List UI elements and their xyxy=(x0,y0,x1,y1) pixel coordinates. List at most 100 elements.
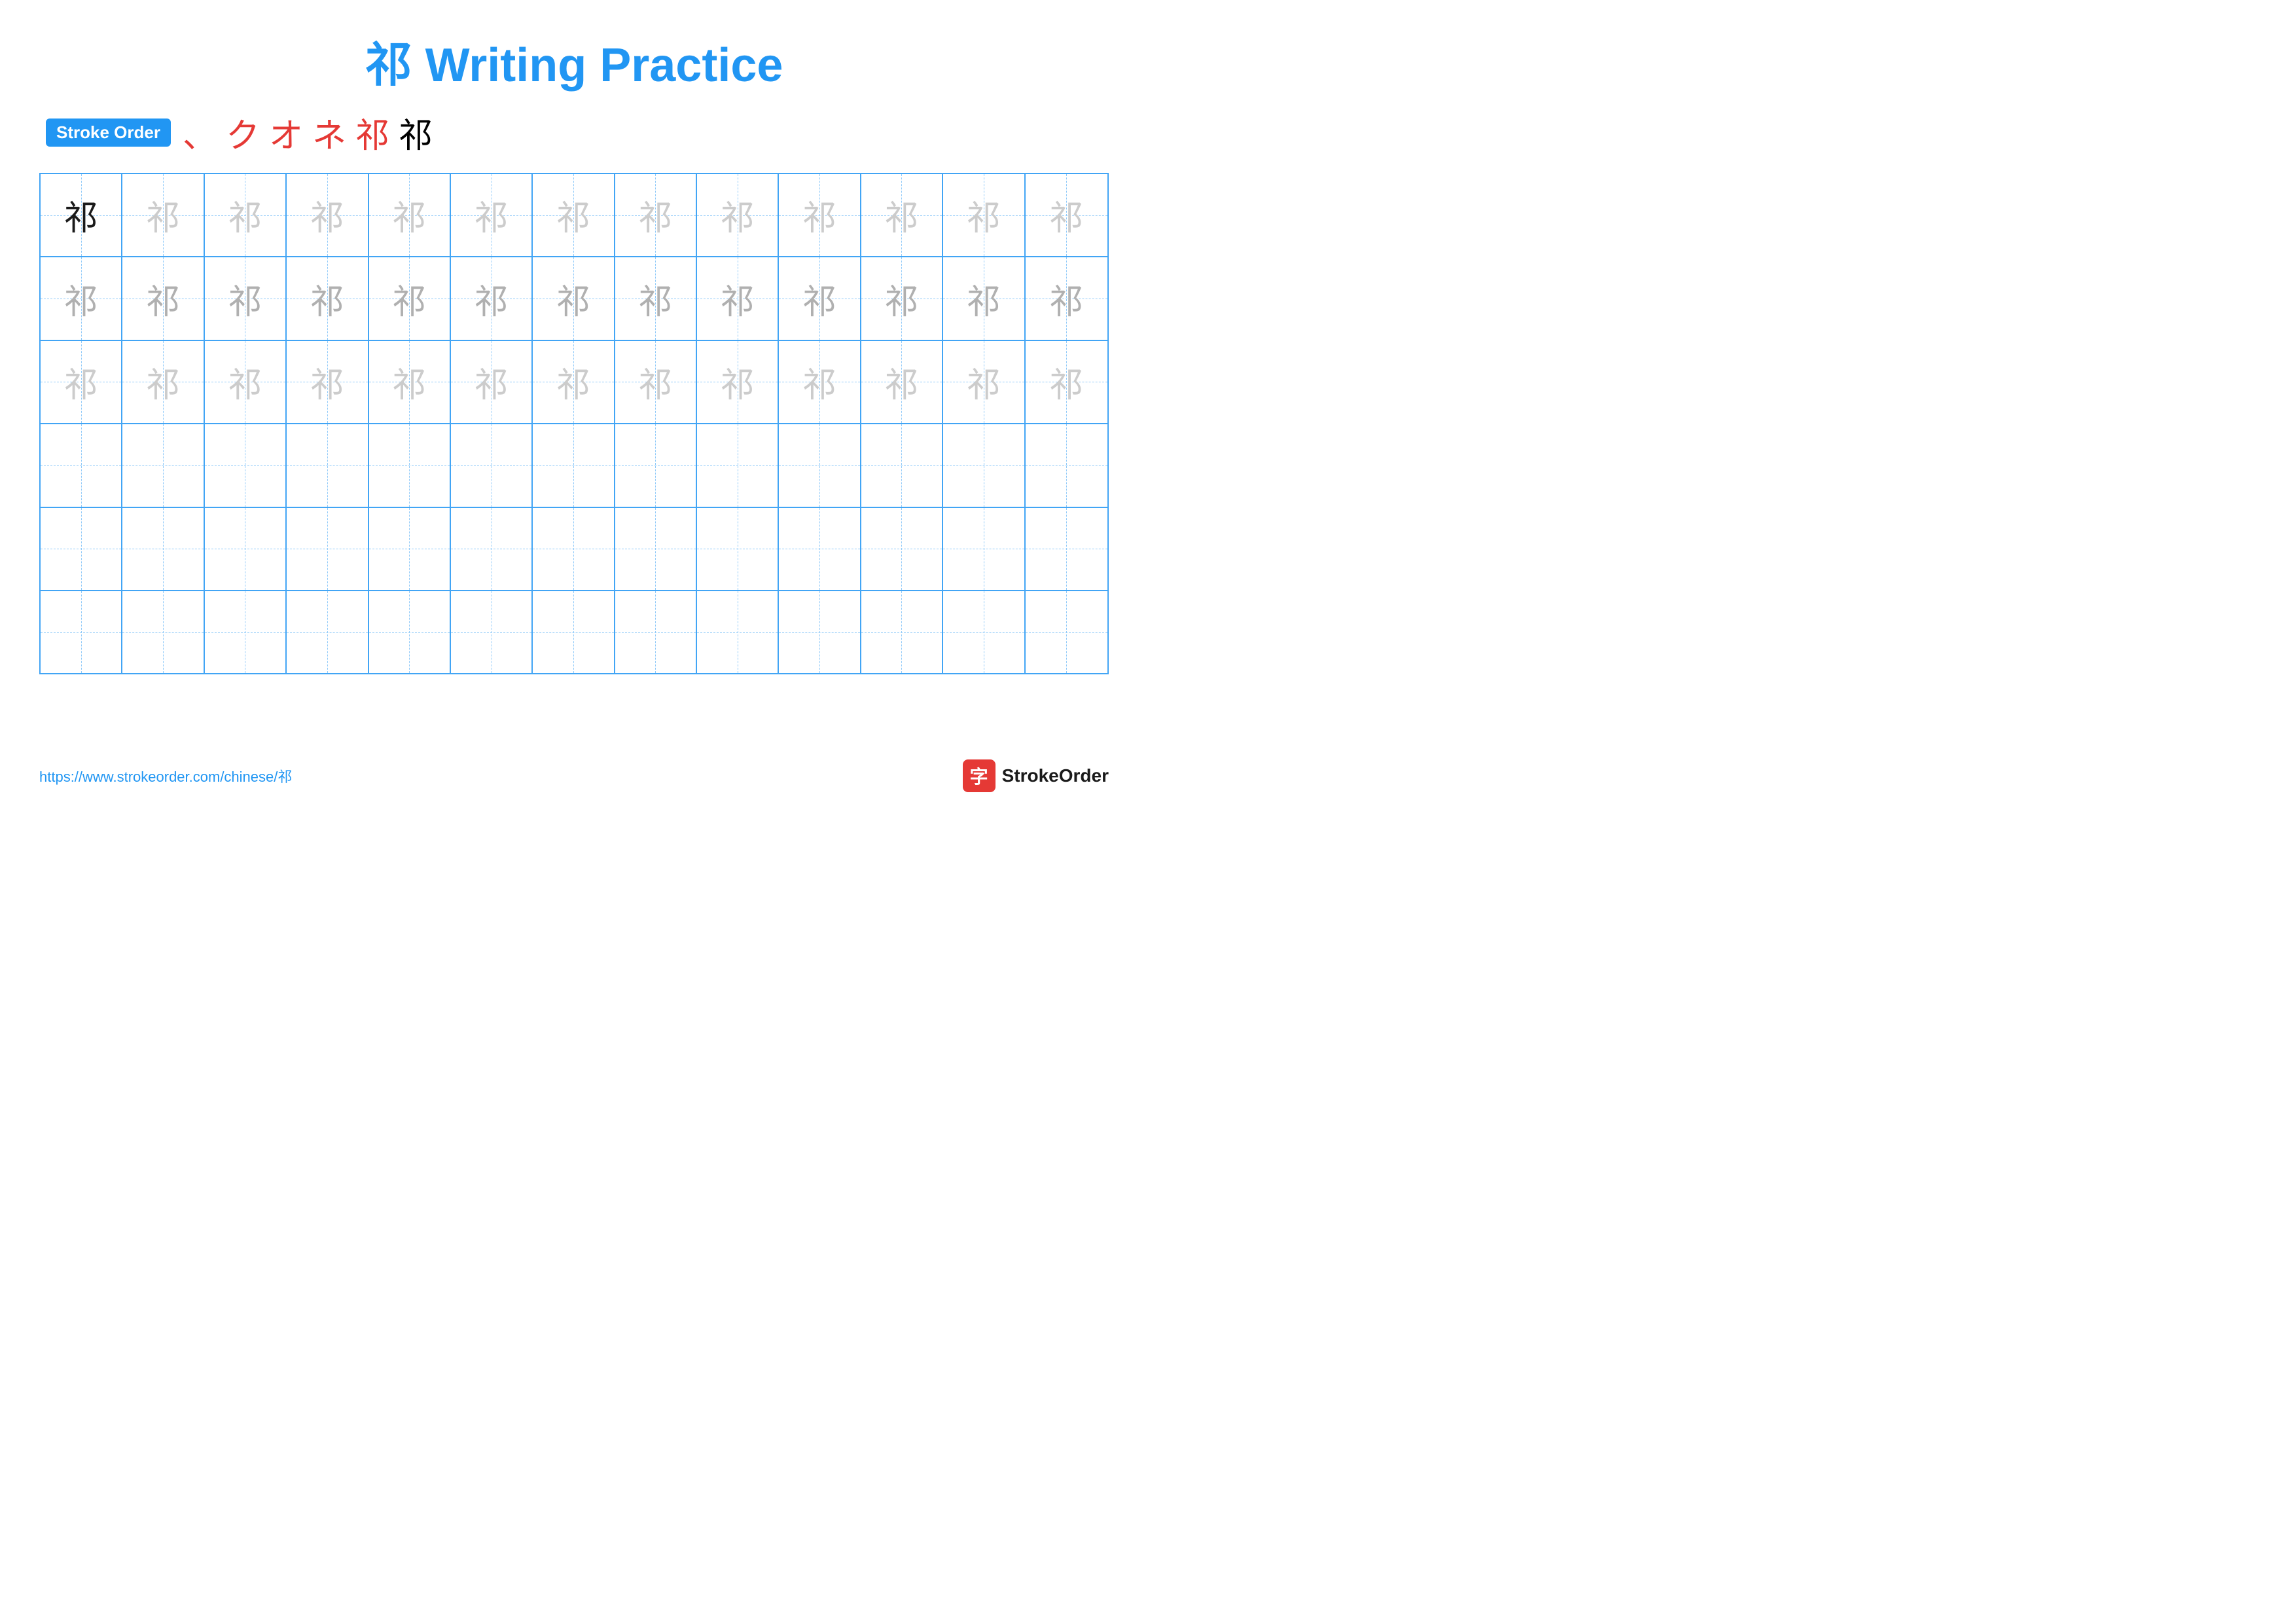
grid-cell[interactable] xyxy=(697,508,779,590)
grid-cell[interactable] xyxy=(205,508,287,590)
grid-cell[interactable] xyxy=(287,424,368,506)
grid-cell[interactable] xyxy=(861,508,943,590)
grid-cell[interactable]: 祁 xyxy=(369,174,451,256)
grid-cell[interactable] xyxy=(861,424,943,506)
grid-cell[interactable] xyxy=(41,591,122,673)
cell-char: 祁 xyxy=(638,357,672,407)
grid-cell[interactable]: 祁 xyxy=(451,174,533,256)
grid-cell[interactable]: 祁 xyxy=(205,341,287,423)
grid-cell[interactable] xyxy=(779,508,861,590)
grid-cell[interactable]: 祁 xyxy=(287,174,368,256)
grid-row-1: 祁 祁 祁 祁 祁 祁 祁 祁 祁 祁 祁 祁 祁 xyxy=(41,174,1107,257)
grid-cell[interactable] xyxy=(943,591,1025,673)
grid-cell[interactable] xyxy=(615,424,697,506)
cell-char: 祁 xyxy=(64,274,98,323)
stroke-4: ネ xyxy=(312,108,346,157)
grid-cell[interactable] xyxy=(122,508,204,590)
grid-cell[interactable]: 祁 xyxy=(205,174,287,256)
grid-cell[interactable]: 祁 xyxy=(122,174,204,256)
grid-cell[interactable]: 祁 xyxy=(533,341,615,423)
grid-cell[interactable]: 祁 xyxy=(615,341,697,423)
grid-cell[interactable] xyxy=(287,591,368,673)
grid-cell[interactable] xyxy=(451,591,533,673)
grid-cell[interactable] xyxy=(122,424,204,506)
grid-cell[interactable]: 祁 xyxy=(861,257,943,339)
grid-cell[interactable]: 祁 xyxy=(451,341,533,423)
cell-char: 祁 xyxy=(721,191,755,240)
grid-cell[interactable] xyxy=(697,591,779,673)
grid-cell[interactable]: 祁 xyxy=(1026,257,1107,339)
cell-char: 祁 xyxy=(556,191,590,240)
grid-cell[interactable] xyxy=(533,424,615,506)
grid-cell[interactable] xyxy=(943,424,1025,506)
grid-cell[interactable] xyxy=(615,591,697,673)
grid-cell[interactable]: 祁 xyxy=(615,257,697,339)
grid-cell[interactable]: 祁 xyxy=(779,257,861,339)
cell-char: 祁 xyxy=(146,357,180,407)
grid-cell[interactable] xyxy=(451,508,533,590)
cell-char: 祁 xyxy=(884,191,918,240)
grid-cell[interactable]: 祁 xyxy=(287,341,368,423)
grid-cell[interactable]: 祁 xyxy=(369,341,451,423)
page: 祁 Writing Practice Stroke Order 、 ク オ ネ … xyxy=(0,0,1148,812)
grid-cell[interactable] xyxy=(205,591,287,673)
grid-cell[interactable] xyxy=(779,424,861,506)
grid-cell[interactable]: 祁 xyxy=(697,257,779,339)
grid-cell[interactable]: 祁 xyxy=(41,257,122,339)
grid-cell[interactable] xyxy=(451,424,533,506)
logo-icon: 字 xyxy=(963,759,996,792)
grid-cell[interactable]: 祁 xyxy=(451,257,533,339)
grid-cell[interactable]: 祁 xyxy=(287,257,368,339)
grid-cell[interactable]: 祁 xyxy=(369,257,451,339)
grid-cell[interactable]: 祁 xyxy=(943,341,1025,423)
grid-cell[interactable]: 祁 xyxy=(41,341,122,423)
stroke-chars: 、 ク オ ネ 祁 祁 xyxy=(183,108,433,157)
grid-cell[interactable]: 祁 xyxy=(41,174,122,256)
grid-cell[interactable]: 祁 xyxy=(205,257,287,339)
grid-cell[interactable]: 祁 xyxy=(533,257,615,339)
grid-cell[interactable]: 祁 xyxy=(697,174,779,256)
footer-url[interactable]: https://www.strokeorder.com/chinese/祁 xyxy=(39,765,292,786)
stroke-order-badge[interactable]: Stroke Order xyxy=(46,119,171,147)
cell-char: 祁 xyxy=(310,191,344,240)
grid-cell[interactable] xyxy=(122,591,204,673)
grid-cell[interactable] xyxy=(205,424,287,506)
grid-cell[interactable]: 祁 xyxy=(1026,174,1107,256)
grid-cell[interactable] xyxy=(533,591,615,673)
grid-cell[interactable] xyxy=(861,591,943,673)
grid-cell[interactable] xyxy=(287,508,368,590)
grid-cell[interactable]: 祁 xyxy=(122,341,204,423)
stroke-order-row: Stroke Order 、 ク オ ネ 祁 祁 xyxy=(39,108,1109,157)
stroke-6: 祁 xyxy=(399,108,433,157)
cell-char: 祁 xyxy=(1049,191,1083,240)
grid-cell[interactable] xyxy=(697,424,779,506)
grid-cell[interactable] xyxy=(1026,591,1107,673)
cell-char: 祁 xyxy=(475,357,509,407)
grid-cell[interactable]: 祁 xyxy=(533,174,615,256)
grid-cell[interactable]: 祁 xyxy=(943,257,1025,339)
grid-cell[interactable] xyxy=(943,508,1025,590)
grid-cell[interactable]: 祁 xyxy=(861,341,943,423)
grid-cell[interactable] xyxy=(615,508,697,590)
grid-cell[interactable] xyxy=(1026,508,1107,590)
grid-cell[interactable]: 祁 xyxy=(779,341,861,423)
logo-text: StrokeOrder xyxy=(1002,765,1109,786)
grid-cell[interactable] xyxy=(41,424,122,506)
grid-cell[interactable] xyxy=(1026,424,1107,506)
cell-char: 祁 xyxy=(392,274,426,323)
grid-cell[interactable]: 祁 xyxy=(779,174,861,256)
grid-cell[interactable]: 祁 xyxy=(122,257,204,339)
grid-cell[interactable] xyxy=(533,508,615,590)
grid-cell[interactable] xyxy=(779,591,861,673)
grid-cell[interactable] xyxy=(369,591,451,673)
grid-cell[interactable]: 祁 xyxy=(1026,341,1107,423)
grid-cell[interactable]: 祁 xyxy=(861,174,943,256)
grid-cell[interactable]: 祁 xyxy=(615,174,697,256)
grid-cell[interactable] xyxy=(369,508,451,590)
grid-cell[interactable] xyxy=(41,508,122,590)
cell-char: 祁 xyxy=(228,191,262,240)
cell-char: 祁 xyxy=(64,191,98,240)
grid-cell[interactable]: 祁 xyxy=(943,174,1025,256)
grid-cell[interactable]: 祁 xyxy=(697,341,779,423)
grid-cell[interactable] xyxy=(369,424,451,506)
